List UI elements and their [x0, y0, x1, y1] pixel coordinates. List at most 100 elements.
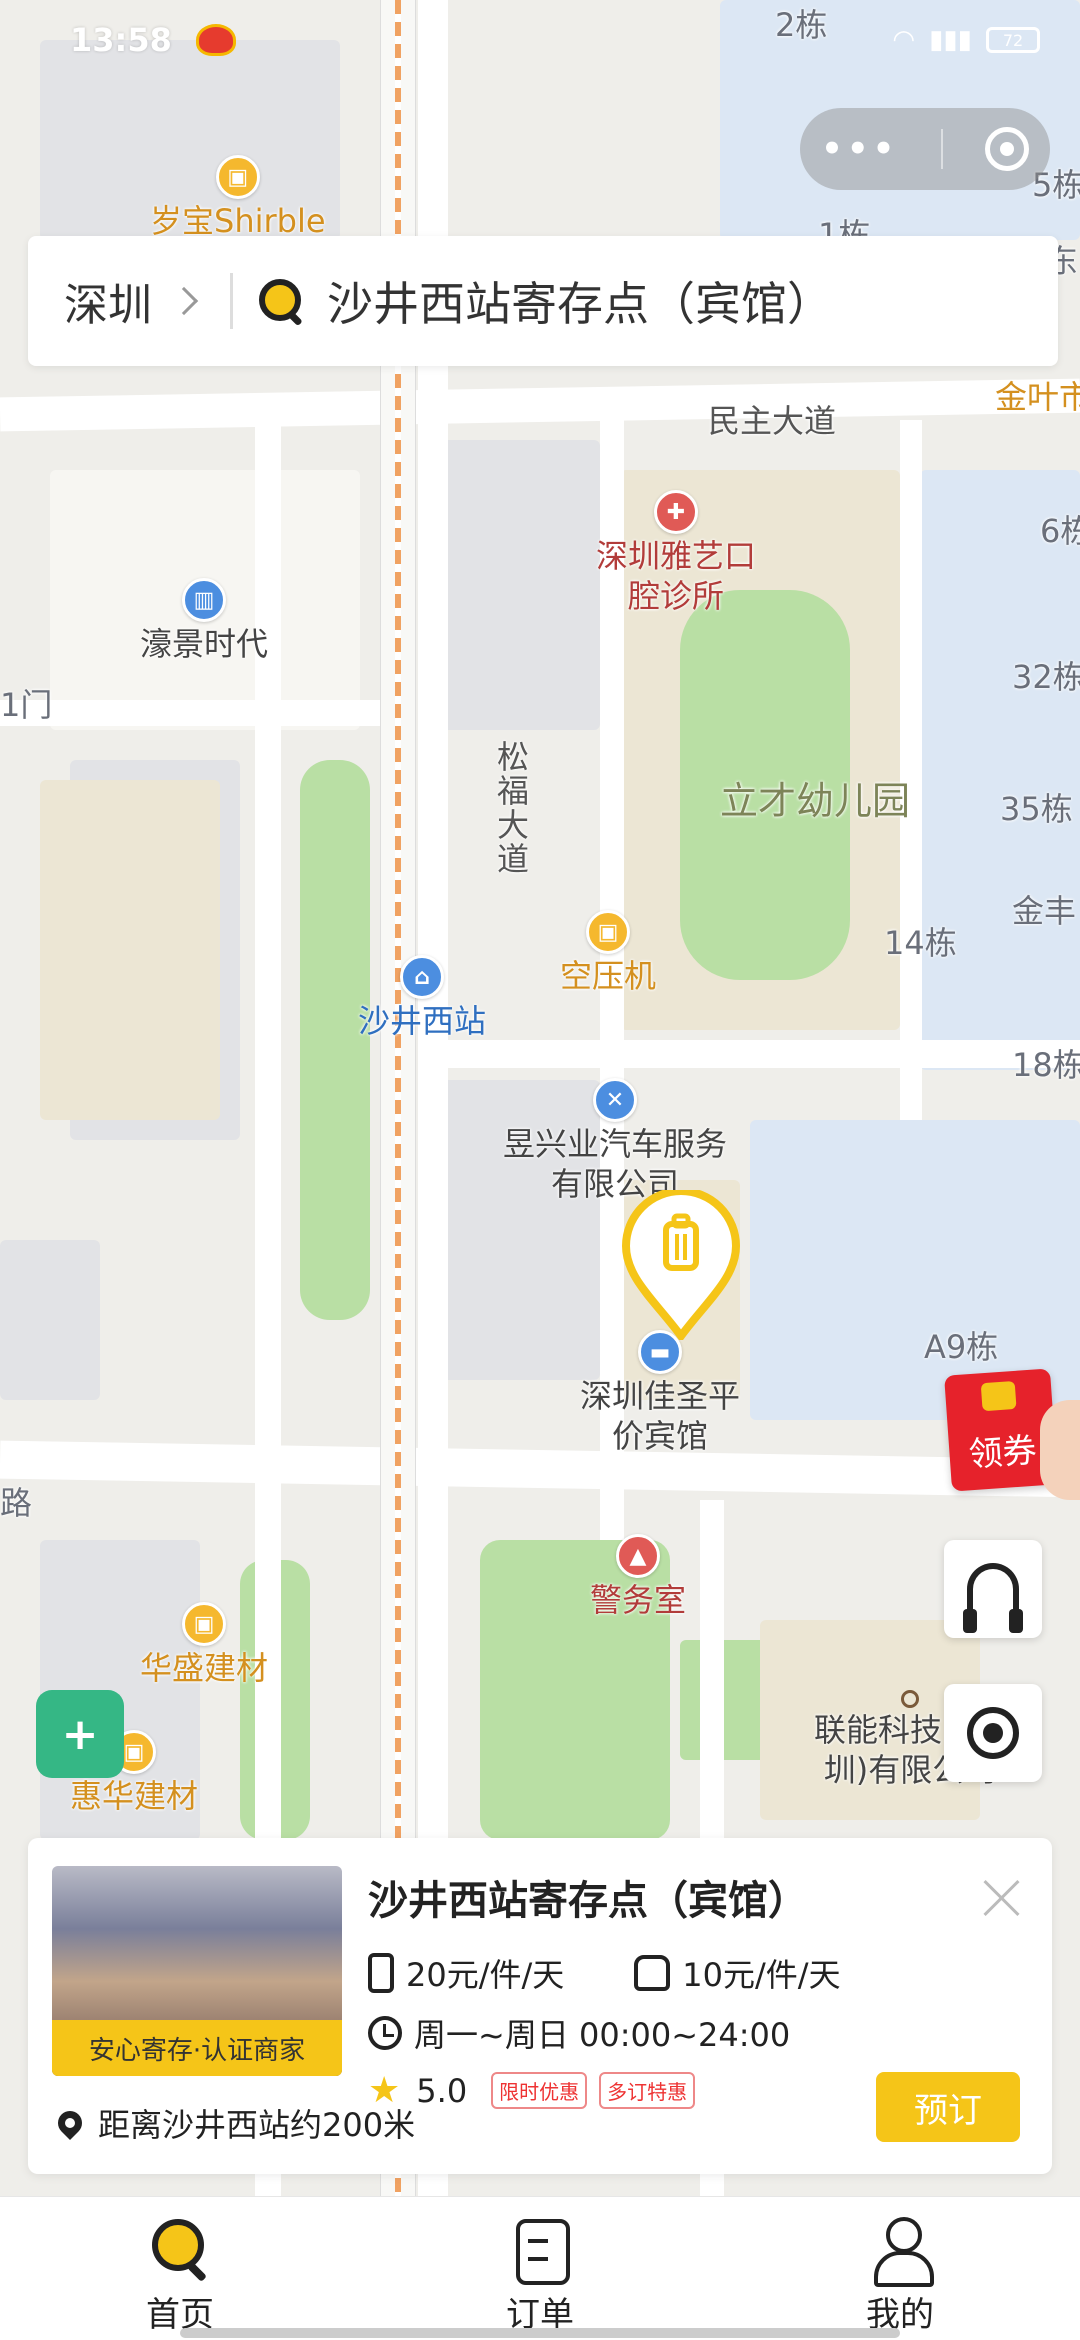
divider — [230, 273, 233, 329]
poi-station[interactable]: ⌂ 沙井西站 — [358, 955, 486, 1041]
road-label: 民主大道 — [708, 402, 837, 440]
building-label: 32栋 — [1012, 658, 1080, 696]
road-label: 松福大道 — [492, 740, 530, 876]
distance-row: 距离沙井西站约200米 — [53, 2100, 416, 2146]
building-label: 路 — [0, 1484, 33, 1522]
poi-label: 深圳雅艺口腔诊所 — [596, 537, 757, 615]
company-icon — [901, 1690, 919, 1708]
poi-police[interactable]: ▲ 警务室 — [590, 1534, 686, 1620]
status-bar: 13:58 ◠ ▮▮▮ 72 — [0, 0, 1080, 80]
hand-decoration — [1040, 1400, 1080, 1500]
close-miniprogram-icon[interactable] — [984, 127, 1029, 171]
shop-icon: ▣ — [182, 1602, 226, 1646]
location-pin-icon — [53, 2106, 87, 2140]
signal-icon: ▮▮▮ — [929, 25, 972, 55]
customer-service-button[interactable] — [944, 1540, 1042, 1638]
poi-label: 警务室 — [590, 1581, 687, 1619]
weibo-icon — [195, 24, 236, 56]
chevron-right-icon — [169, 286, 199, 316]
building-label: A9栋 — [924, 1328, 999, 1366]
metro-icon: ⌂ — [400, 955, 444, 999]
bag-icon — [634, 1955, 671, 1991]
clock-icon — [368, 2016, 402, 2050]
luggage-icon — [368, 1953, 394, 1993]
poi-air-compressor[interactable]: ▣ 空压机 — [560, 910, 656, 996]
building-label: 14栋 — [884, 924, 957, 962]
building-icon: ▥ — [182, 578, 226, 622]
price-row: 20元/件/天 10元/件/天 — [368, 1950, 841, 1996]
city-label: 深圳 — [64, 280, 152, 331]
user-icon — [868, 2217, 934, 2287]
poi-label: 沙井西站 — [358, 1002, 487, 1040]
poi-label: 空压机 — [560, 957, 657, 995]
road — [440, 1040, 1080, 1068]
certified-badge: 安心寄存·认证商家 — [52, 2020, 342, 2076]
battery-level: 72 — [1002, 30, 1024, 50]
close-icon[interactable] — [978, 1874, 1026, 1922]
road — [0, 1440, 1080, 1498]
search-input[interactable]: 沙井西站寄存点（宾馆） — [327, 268, 833, 334]
poi-hotel[interactable]: ▬ 深圳佳圣平价宾馆 — [580, 1330, 740, 1456]
building-label: 35栋 — [1000, 790, 1073, 828]
promo-tag: 限时优惠 — [491, 2072, 588, 2109]
shop-icon: ▣ — [586, 910, 630, 954]
poi-label: 华盛建材 — [140, 1649, 269, 1687]
map-block — [40, 780, 220, 1120]
search-icon — [148, 2217, 212, 2281]
road — [0, 700, 400, 726]
card-title: 沙井西站寄存点（宾馆） — [368, 1878, 808, 1924]
tab-bar: 首页 订单 我的 — [0, 2196, 1080, 2340]
map-block — [920, 470, 1080, 1070]
selected-location-pin[interactable] — [620, 1190, 742, 1340]
home-indicator — [180, 2328, 900, 2338]
poi-label: 深圳佳圣平价宾馆 — [580, 1377, 741, 1455]
poi-residence[interactable]: ▥ 濠景时代 — [140, 578, 268, 664]
location-info-card[interactable]: 安心寄存·认证商家 沙井西站寄存点（宾馆） 20元/件/天 10元/件/天 周一… — [28, 1838, 1052, 2174]
locate-icon — [967, 1707, 1019, 1759]
search-icon — [257, 277, 305, 325]
poi-shop-label[interactable]: 金叶市 — [995, 372, 1080, 418]
poi-kindergarten-label[interactable]: 立才幼儿园 — [720, 770, 910, 825]
status-time: 13:58 — [70, 21, 172, 59]
safety-shield-button[interactable]: + — [36, 1690, 124, 1778]
map-block — [440, 440, 600, 730]
capsule-divider — [940, 129, 943, 169]
city-selector[interactable]: 深圳 — [64, 269, 199, 333]
building-label: 18栋 — [1012, 1046, 1080, 1084]
price-large-luggage: 20元/件/天 — [406, 1956, 565, 1994]
poi-building-materials[interactable]: ▣ 华盛建材 — [140, 1602, 268, 1688]
order-icon — [508, 2217, 572, 2285]
map-block — [0, 1240, 100, 1400]
tab-home[interactable]: 首页 — [0, 2197, 360, 2340]
locate-me-button[interactable] — [944, 1684, 1042, 1782]
opening-hours: 周一~周日 00:00~24:00 — [414, 2016, 791, 2054]
hospital-icon: ✚ — [654, 490, 698, 534]
poi-label: 岁宝Shirble — [150, 202, 326, 240]
book-button[interactable]: 预订 — [876, 2072, 1020, 2142]
coupon-label: 领券 — [967, 1430, 1038, 1476]
distance-text: 距离沙井西站约200米 — [98, 2106, 416, 2144]
poi-label: 濠景时代 — [140, 625, 269, 663]
headset-icon — [963, 1563, 1023, 1633]
store-photo[interactable]: 安心寄存·认证商家 — [52, 1866, 342, 2076]
rating-value: 5.0 — [416, 2071, 468, 2110]
promo-tag: 多订特惠 — [599, 2072, 696, 2109]
building-label: 金丰 — [1012, 892, 1077, 930]
miniprogram-capsule: ••• — [800, 108, 1050, 190]
wrench-icon: ✕ — [593, 1078, 637, 1122]
building-label: 1门 — [0, 686, 53, 724]
more-icon[interactable]: ••• — [821, 129, 898, 169]
wifi-icon: ◠ — [892, 25, 916, 55]
hours-row: 周一~周日 00:00~24:00 — [368, 2010, 790, 2056]
poi-dental-clinic[interactable]: ✚ 深圳雅艺口腔诊所 — [596, 490, 756, 616]
poi-shopping-mall[interactable]: ▣ 岁宝Shirble — [150, 155, 326, 241]
tab-orders[interactable]: 订单 — [360, 2197, 720, 2340]
poi-auto-service[interactable]: ✕ 昱兴业汽车服务有限公司 — [500, 1078, 730, 1204]
battery-icon: 72 — [986, 27, 1040, 53]
price-small-bag: 10元/件/天 — [682, 1956, 841, 1994]
shield-icon: + — [61, 1708, 99, 1760]
poi-label: 惠华建材 — [70, 1777, 199, 1815]
tab-profile[interactable]: 我的 — [720, 2197, 1080, 2340]
search-bar: 深圳 沙井西站寄存点（宾馆） — [28, 236, 1058, 366]
rating-row: ★ 5.0 限时优惠 多订特惠 — [368, 2070, 696, 2111]
